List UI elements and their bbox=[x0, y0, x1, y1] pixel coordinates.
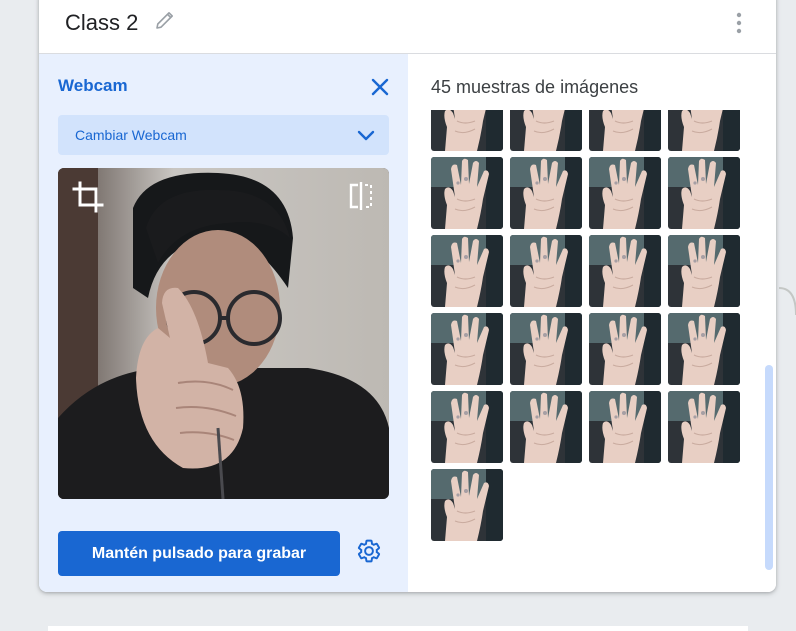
sample-thumbnail[interactable] bbox=[431, 110, 503, 151]
webcam-panel: Webcam Cambiar Webcam Mantén pulsado par… bbox=[39, 54, 408, 592]
sample-thumbnail[interactable] bbox=[589, 110, 661, 151]
samples-panel: 45 muestras de imágenes bbox=[408, 54, 776, 592]
samples-count: 45 muestras de imágenes bbox=[431, 77, 639, 97]
sample-thumbnail[interactable] bbox=[510, 110, 582, 151]
close-icon[interactable] bbox=[368, 75, 392, 99]
background-arc bbox=[778, 287, 796, 316]
sample-thumbnail[interactable] bbox=[510, 235, 582, 307]
pencil-icon[interactable] bbox=[153, 8, 177, 32]
sample-thumbnail[interactable] bbox=[589, 391, 661, 463]
sample-thumbnail[interactable] bbox=[668, 110, 740, 151]
chevron-down-icon bbox=[355, 124, 377, 146]
gear-icon[interactable] bbox=[356, 538, 382, 564]
sample-thumbnail[interactable] bbox=[431, 391, 503, 463]
sample-thumbnail[interactable] bbox=[431, 469, 503, 541]
samples-grid bbox=[431, 110, 751, 541]
samples-scrollbar-thumb[interactable] bbox=[765, 365, 773, 570]
flip-icon[interactable] bbox=[346, 181, 376, 211]
next-card-edge bbox=[48, 626, 748, 631]
samples-scroll-area[interactable] bbox=[431, 110, 751, 570]
class-title[interactable]: Class 2 bbox=[65, 10, 138, 36]
sample-thumbnail[interactable] bbox=[510, 157, 582, 229]
sample-thumbnail[interactable] bbox=[510, 391, 582, 463]
sample-thumbnail[interactable] bbox=[589, 235, 661, 307]
webcam-label: Webcam bbox=[58, 76, 128, 95]
sample-thumbnail[interactable] bbox=[668, 391, 740, 463]
sample-thumbnail[interactable] bbox=[668, 313, 740, 385]
webcam-select[interactable]: Cambiar Webcam bbox=[58, 115, 389, 155]
hold-to-record-button[interactable]: Mantén pulsado para grabar bbox=[58, 531, 340, 576]
sample-thumbnail[interactable] bbox=[431, 157, 503, 229]
sample-thumbnail[interactable] bbox=[589, 157, 661, 229]
sample-thumbnail[interactable] bbox=[510, 313, 582, 385]
sample-thumbnail[interactable] bbox=[589, 313, 661, 385]
webcam-preview bbox=[58, 168, 389, 499]
webcam-feed bbox=[58, 168, 389, 499]
samples-scrollbar[interactable] bbox=[765, 110, 773, 570]
more-vert-icon[interactable] bbox=[729, 11, 749, 35]
crop-icon[interactable] bbox=[72, 181, 104, 213]
sample-thumbnail[interactable] bbox=[668, 157, 740, 229]
sample-thumbnail[interactable] bbox=[431, 235, 503, 307]
sample-thumbnail[interactable] bbox=[431, 313, 503, 385]
sample-thumbnail[interactable] bbox=[668, 235, 740, 307]
class-card: Class 2 Webcam Cambiar Webcam Mantén pul… bbox=[39, 0, 776, 592]
webcam-select-label: Cambiar Webcam bbox=[75, 127, 187, 143]
card-header: Class 2 bbox=[39, 0, 776, 54]
